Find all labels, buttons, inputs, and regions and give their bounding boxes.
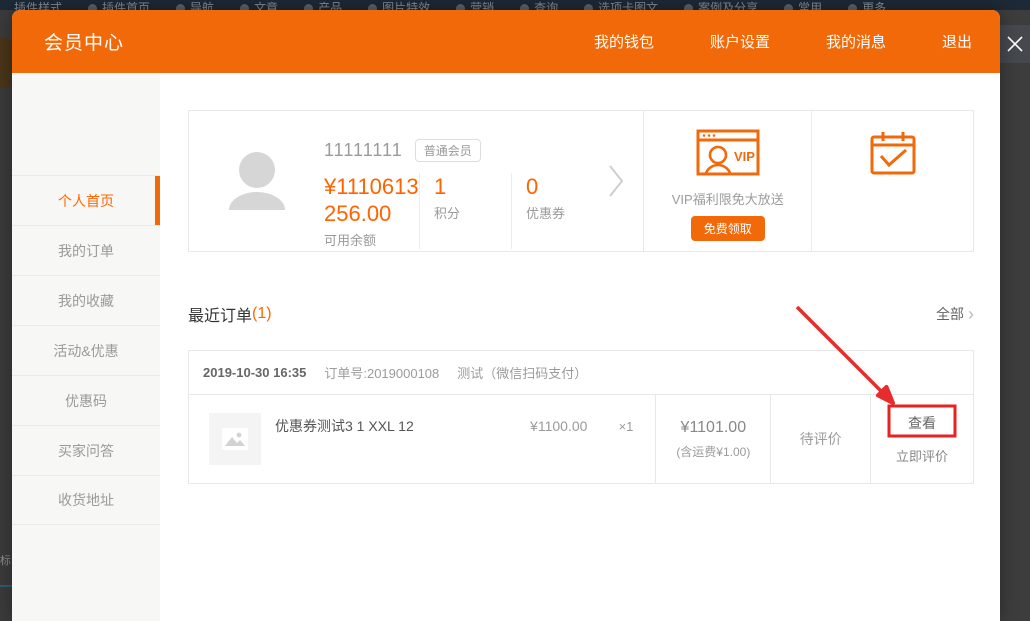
avatar bbox=[229, 152, 285, 210]
sidebar: 个人首页 我的订单 我的收藏 活动&优惠 优惠码 买家问答 收货地址 bbox=[12, 73, 160, 621]
close-button[interactable] bbox=[1000, 25, 1030, 63]
shipping-note: (含运费¥1.00) bbox=[676, 443, 750, 460]
recent-orders-title: 最近订单 bbox=[188, 302, 252, 326]
order-meta-row: 2019-10-30 16:35 订单号:2019000108 测试（微信扫码支… bbox=[189, 351, 973, 395]
background-nav-item: 查询 bbox=[520, 1, 558, 10]
background-nav-item: 更多 bbox=[848, 1, 886, 10]
profile-card: 11111111 普通会员 ¥1110613256.00 可用余额 1 积分 bbox=[188, 110, 644, 252]
order-status: 待评价 bbox=[800, 429, 842, 449]
nav-my-messages[interactable]: 我的消息 bbox=[826, 31, 886, 52]
image-placeholder-icon bbox=[221, 427, 249, 451]
product-thumbnail[interactable] bbox=[209, 413, 261, 465]
sidebar-item-home[interactable]: 个人首页 bbox=[12, 175, 160, 225]
product-unit-price: ¥1100.00 bbox=[492, 418, 587, 434]
balance-value: ¥1110613256.00 bbox=[324, 173, 419, 227]
background-nav-item: 插件样式 bbox=[14, 1, 62, 10]
background-divider bbox=[0, 585, 12, 587]
order-total-cell: ¥1101.00 (含运费¥1.00) bbox=[655, 395, 770, 483]
sidebar-item-buyer-qa[interactable]: 买家问答 bbox=[12, 425, 160, 475]
order-total: ¥1101.00 bbox=[681, 419, 747, 437]
vip-promo-cell: VIP VIP福利限免大放送 免费领取 bbox=[644, 111, 811, 251]
chevron-right-icon: › bbox=[968, 307, 974, 321]
background-nav-item: 案例及分享 bbox=[684, 1, 758, 10]
free-claim-button[interactable]: 免费领取 bbox=[691, 216, 765, 241]
vip-browser-icon: VIP bbox=[696, 129, 760, 176]
chevron-right-icon bbox=[607, 163, 625, 199]
coupons-label: 优惠券 bbox=[526, 203, 565, 222]
sidebar-item-coupon-code[interactable]: 优惠码 bbox=[12, 375, 160, 425]
sidebar-item-shipping-address[interactable]: 收货地址 bbox=[12, 475, 160, 525]
coupons-value: 0 bbox=[526, 173, 565, 200]
nav-my-wallet[interactable]: 我的钱包 bbox=[594, 31, 654, 52]
order-payment-note: 测试（微信扫码支付） bbox=[457, 363, 587, 382]
nav-logout[interactable]: 退出 bbox=[942, 31, 972, 52]
sidebar-item-favorites[interactable]: 我的收藏 bbox=[12, 275, 160, 325]
sidebar-item-orders[interactable]: 我的订单 bbox=[12, 225, 160, 275]
background-nav-item: 常用 bbox=[784, 1, 822, 10]
product-quantity: ×1 bbox=[587, 419, 655, 434]
order-status-cell: 待评价 bbox=[770, 395, 870, 483]
background-browser-bar: 插件样式 插件首页 导航 文章 产品 图片特效 营销 查询 选项卡图文 案例及分… bbox=[0, 0, 1030, 10]
balance-stat: ¥1110613256.00 可用余额 bbox=[324, 173, 419, 249]
background-nav-item: 图片特效 bbox=[368, 1, 430, 10]
order-number: 订单号:2019000108 bbox=[324, 363, 439, 382]
view-order-button[interactable]: 查看 bbox=[908, 413, 936, 433]
order-actions-cell: 查看 立即评价 bbox=[870, 395, 973, 483]
calendar-check-icon[interactable] bbox=[868, 129, 918, 177]
modal-header: 会员中心 我的钱包 账户设置 我的消息 退出 bbox=[12, 10, 1000, 73]
background-blob bbox=[0, 38, 12, 88]
background-nav-item: 导航 bbox=[176, 1, 214, 10]
header-nav: 我的钱包 账户设置 我的消息 退出 bbox=[594, 31, 972, 52]
member-level-badge: 普通会员 bbox=[415, 139, 481, 162]
recent-orders-count: (1) bbox=[252, 305, 272, 323]
page-title: 会员中心 bbox=[44, 28, 124, 55]
order-table: 2019-10-30 16:35 订单号:2019000108 测试（微信扫码支… bbox=[188, 350, 974, 484]
profile-detail-chevron[interactable] bbox=[607, 163, 625, 204]
vip-promo-text: VIP福利限免大放送 bbox=[672, 189, 784, 208]
background-text-fragment: 标 bbox=[0, 555, 12, 568]
background-nav-item: 插件首页 bbox=[88, 1, 150, 10]
points-stat: 1 积分 bbox=[419, 173, 511, 249]
points-label: 积分 bbox=[434, 203, 511, 222]
member-center-modal: 会员中心 我的钱包 账户设置 我的消息 退出 个人首页 我的订单 我的收藏 活动… bbox=[12, 10, 1000, 621]
coupons-stat: 0 优惠券 bbox=[511, 173, 583, 249]
close-icon bbox=[1005, 34, 1025, 54]
product-title[interactable]: 优惠券测试3 1 XXL 12 bbox=[275, 416, 492, 436]
recent-orders-header: 最近订单(1) 全部 › bbox=[188, 302, 974, 326]
background-nav-item: 产品 bbox=[304, 1, 342, 10]
nav-account-settings[interactable]: 账户设置 bbox=[710, 31, 770, 52]
main-content: 11111111 普通会员 ¥1110613256.00 可用余额 1 积分 bbox=[160, 73, 1000, 621]
background-nav-item: 选项卡图文 bbox=[584, 1, 658, 10]
promo-card: VIP VIP福利限免大放送 免费领取 bbox=[643, 110, 974, 252]
order-row: 优惠券测试3 1 XXL 12 ¥1100.00 ×1 ¥1101.00 (含运… bbox=[189, 395, 973, 483]
balance-label: 可用余额 bbox=[324, 230, 419, 249]
view-all-link[interactable]: 全部 › bbox=[936, 304, 974, 324]
product-cell: 优惠券测试3 1 XXL 12 ¥1100.00 ×1 bbox=[189, 395, 655, 483]
order-datetime: 2019-10-30 16:35 bbox=[203, 365, 306, 380]
points-value: 1 bbox=[434, 173, 511, 200]
checkin-cell bbox=[811, 111, 973, 251]
svg-text:VIP: VIP bbox=[734, 149, 755, 164]
background-nav-item: 营销 bbox=[456, 1, 494, 10]
sidebar-item-promotions[interactable]: 活动&优惠 bbox=[12, 325, 160, 375]
review-now-button[interactable]: 立即评价 bbox=[896, 446, 948, 465]
username: 11111111 bbox=[324, 140, 403, 161]
background-nav-item: 文章 bbox=[240, 1, 278, 10]
